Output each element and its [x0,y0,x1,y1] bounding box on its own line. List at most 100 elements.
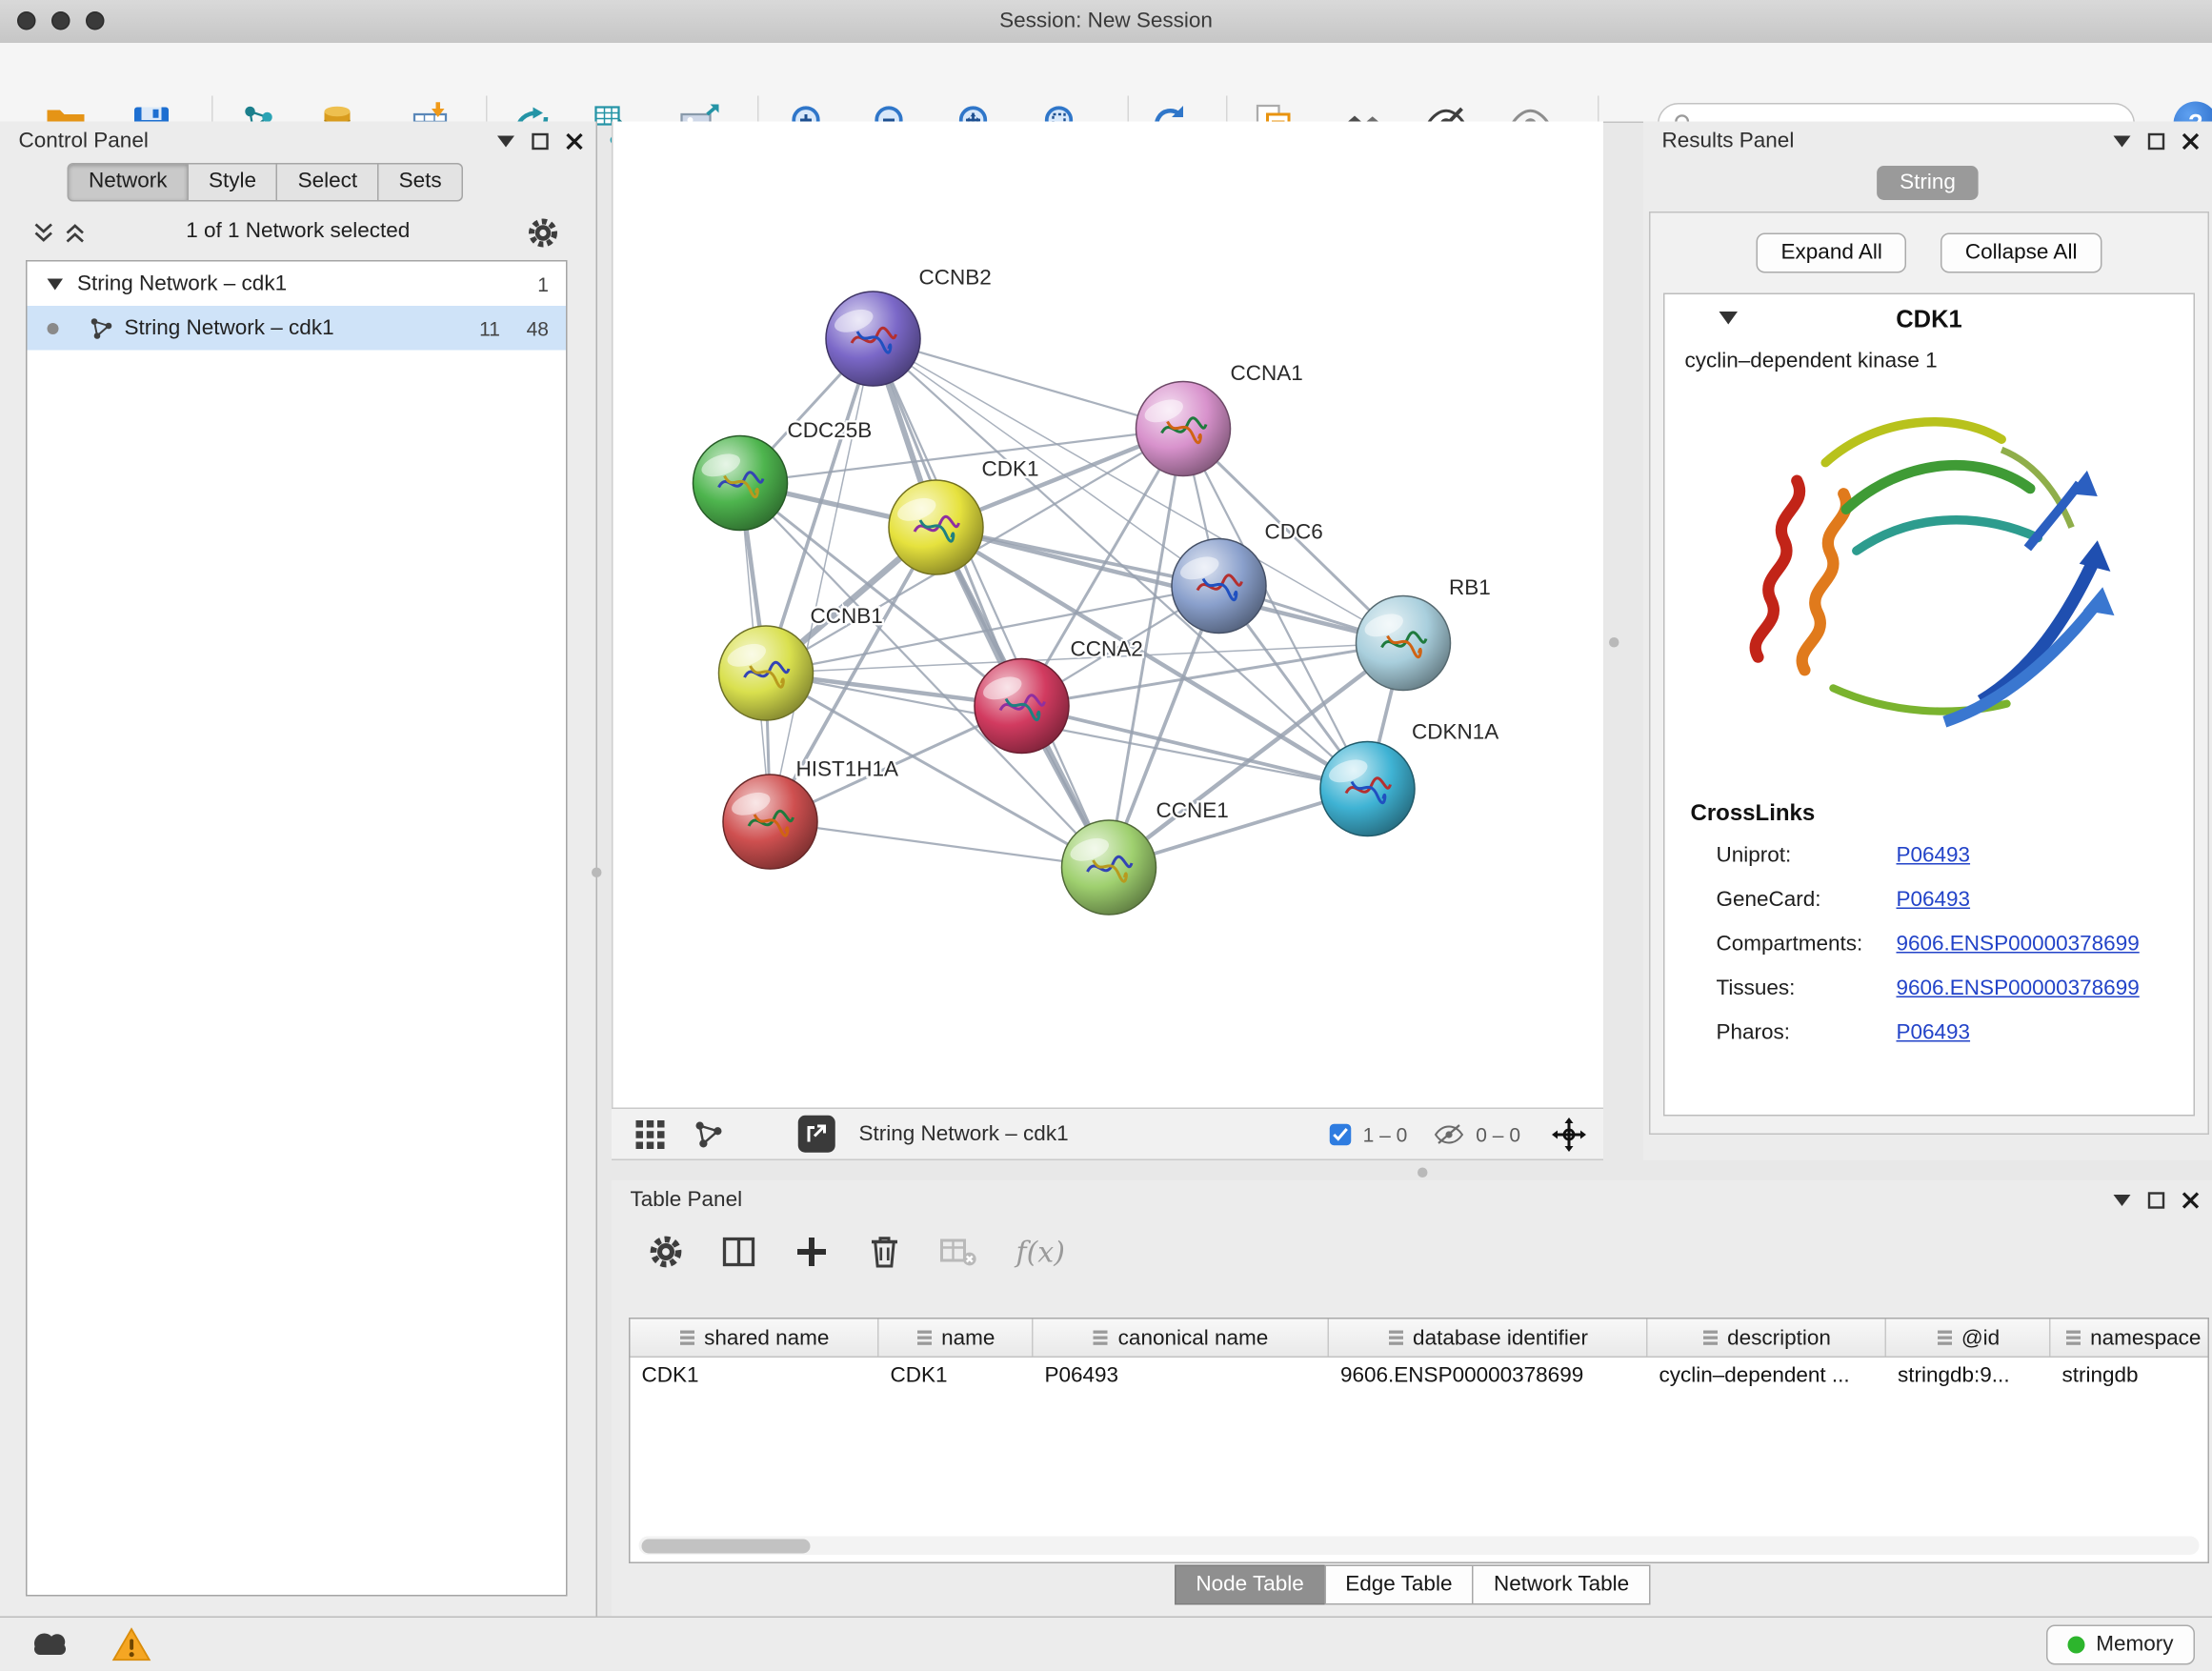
grid-view-icon[interactable] [634,1118,666,1150]
crosslink-link[interactable]: P06493 [1897,1020,1971,1045]
panel-float-icon[interactable] [2114,135,2131,147]
node-table[interactable]: shared name name canonical name database… [629,1318,2209,1563]
tree-caret-icon[interactable] [48,278,64,290]
minimize-window-button[interactable] [51,11,70,30]
column-type-icon [1387,1329,1404,1346]
cell-shared-name[interactable]: CDK1 [631,1358,879,1397]
column-header[interactable]: database identifier [1329,1319,1648,1357]
memory-button[interactable]: Memory [2046,1625,2195,1665]
panel-close-icon[interactable] [2182,132,2200,150]
network-view-toolbar: String Network – cdk1 1 – 0 0 – 0 [612,1108,1603,1161]
crosslink-label: Tissues: [1717,976,1796,1001]
graph-node-RB1[interactable] [1357,596,1451,691]
pan-crosshair-icon[interactable] [1552,1117,1586,1151]
tab-sets[interactable]: Sets [377,163,463,202]
network-canvas[interactable]: CCNB2CCNA1CDC25BCDK1CDC6RB1CCNB1CCNA2CDK… [612,122,1603,1108]
crosslink-row: GeneCard: P06493 [1665,880,2194,925]
cell-canonical-name[interactable]: P06493 [1034,1358,1330,1397]
birdseye-view-icon[interactable] [694,1119,723,1148]
graph-node-CCNB1[interactable] [719,626,814,720]
tab-style[interactable]: Style [188,163,278,202]
cell-database-identifier[interactable]: 9606.ENSP00000378699 [1329,1358,1648,1397]
cell-description[interactable]: cyclin–dependent ... [1648,1358,1887,1397]
tab-node-table[interactable]: Node Table [1175,1565,1325,1605]
graph-edge-CDK1-RB1[interactable] [936,528,1404,644]
panel-maximize-icon[interactable] [2148,1191,2165,1208]
graph-edge-CCNB2-HIST1H1A[interactable] [771,339,874,822]
graph-edge-CCNB2-CCNA1[interactable] [874,339,1184,430]
column-header[interactable]: canonical name [1034,1319,1330,1357]
crosslink-link[interactable]: P06493 [1897,888,1971,913]
hidden-eye-icon[interactable] [1433,1122,1464,1145]
control-panel: Control Panel Network Style Select Sets … [0,122,597,1617]
vertical-splitter-handle[interactable] [1609,637,1619,648]
crosslink-link[interactable]: P06493 [1897,843,1971,868]
graph-node-CDC25B[interactable] [694,436,788,531]
tab-edge-table[interactable]: Edge Table [1324,1565,1474,1605]
detach-view-icon[interactable] [797,1115,836,1154]
panel-close-icon[interactable] [2182,1191,2200,1208]
scrollbar-thumb[interactable] [642,1539,811,1553]
cloud-icon[interactable] [26,1628,74,1662]
status-bar: Memory [0,1617,2212,1671]
panel-maximize-icon[interactable] [532,132,549,150]
close-window-button[interactable] [17,11,36,30]
cell-name[interactable]: CDK1 [879,1358,1034,1397]
tab-network-table[interactable]: Network Table [1472,1565,1650,1605]
graph-edge-CCNB2-CCNE1[interactable] [874,339,1110,868]
warning-icon[interactable] [111,1626,151,1662]
crosslink-link[interactable]: 9606.ENSP00000378699 [1897,976,2140,1001]
column-header[interactable]: namespace [2051,1319,2210,1357]
function-builder-icon[interactable]: f(x) [1016,1235,1065,1269]
string-network-graph[interactable]: CCNB2CCNA1CDC25BCDK1CDC6RB1CCNB1CCNA2CDK… [613,122,1605,1108]
column-header[interactable]: @id [1886,1319,2051,1357]
crosslink-row: Compartments: 9606.ENSP00000378699 [1665,925,2194,970]
panel-float-icon[interactable] [497,135,514,147]
crosslink-link[interactable]: 9606.ENSP00000378699 [1897,932,2140,956]
collapse-all-button[interactable]: Collapse All [1941,233,2101,273]
graph-node-CCNB2[interactable] [826,292,920,386]
table-settings-gear-icon[interactable] [649,1235,683,1269]
delete-column-trash-icon[interactable] [868,1235,902,1269]
selected-checkbox-icon[interactable] [1329,1122,1352,1145]
panel-close-icon[interactable] [566,132,583,150]
panel-float-icon[interactable] [2114,1194,2131,1205]
collapse-all-icon[interactable] [34,223,53,243]
network-row[interactable]: String Network – cdk1 11 48 [28,306,567,351]
gear-icon[interactable] [528,217,559,249]
crosslinks-title: CrossLinks [1691,802,2194,828]
tab-network[interactable]: Network [68,163,190,202]
table-row[interactable]: CDK1 CDK1 P06493 9606.ENSP00000378699 cy… [631,1358,2208,1397]
graph-node-HIST1H1A[interactable] [723,775,817,869]
network-collection-row[interactable]: String Network – cdk1 1 [28,262,567,307]
graph-node-CDK1[interactable] [889,480,983,574]
panel-maximize-icon[interactable] [2148,132,2165,150]
column-header[interactable]: description [1648,1319,1887,1357]
column-header[interactable]: shared name [631,1319,879,1357]
graph-node-CCNA1[interactable] [1136,382,1231,476]
cell-id[interactable]: stringdb:9... [1886,1358,2051,1397]
tab-select[interactable]: Select [276,163,379,202]
crosslink-row: Uniprot: P06493 [1665,836,2194,881]
table-horizontal-scrollbar[interactable] [639,1537,2200,1556]
column-header[interactable]: name [879,1319,1034,1357]
graph-node-CCNA2[interactable] [975,659,1069,754]
graph-node-label: CCNA2 [1071,637,1143,661]
graph-node-CDKN1A[interactable] [1320,742,1415,836]
graph-node-CCNE1[interactable] [1062,820,1156,915]
horizontal-splitter-handle[interactable] [1418,1168,1428,1178]
expand-all-icon[interactable] [66,223,85,243]
show-columns-icon[interactable] [722,1235,756,1269]
zoom-window-button[interactable] [86,11,105,30]
graph-node-CDC6[interactable] [1172,539,1266,634]
network-share-icon [90,316,113,339]
tab-string[interactable]: String [1877,166,1979,200]
add-column-icon[interactable] [794,1235,829,1269]
expand-all-button[interactable]: Expand All [1757,233,1906,273]
cell-namespace[interactable]: stringdb [2051,1358,2210,1397]
gene-card-header[interactable]: CDK1 [1665,294,2194,346]
vertical-splitter-handle[interactable] [592,868,602,878]
graph-edge-HIST1H1A-CCNE1[interactable] [771,822,1110,868]
graph-node-label: HIST1H1A [796,757,899,781]
table-toolbar: f(x) [612,1219,1065,1285]
